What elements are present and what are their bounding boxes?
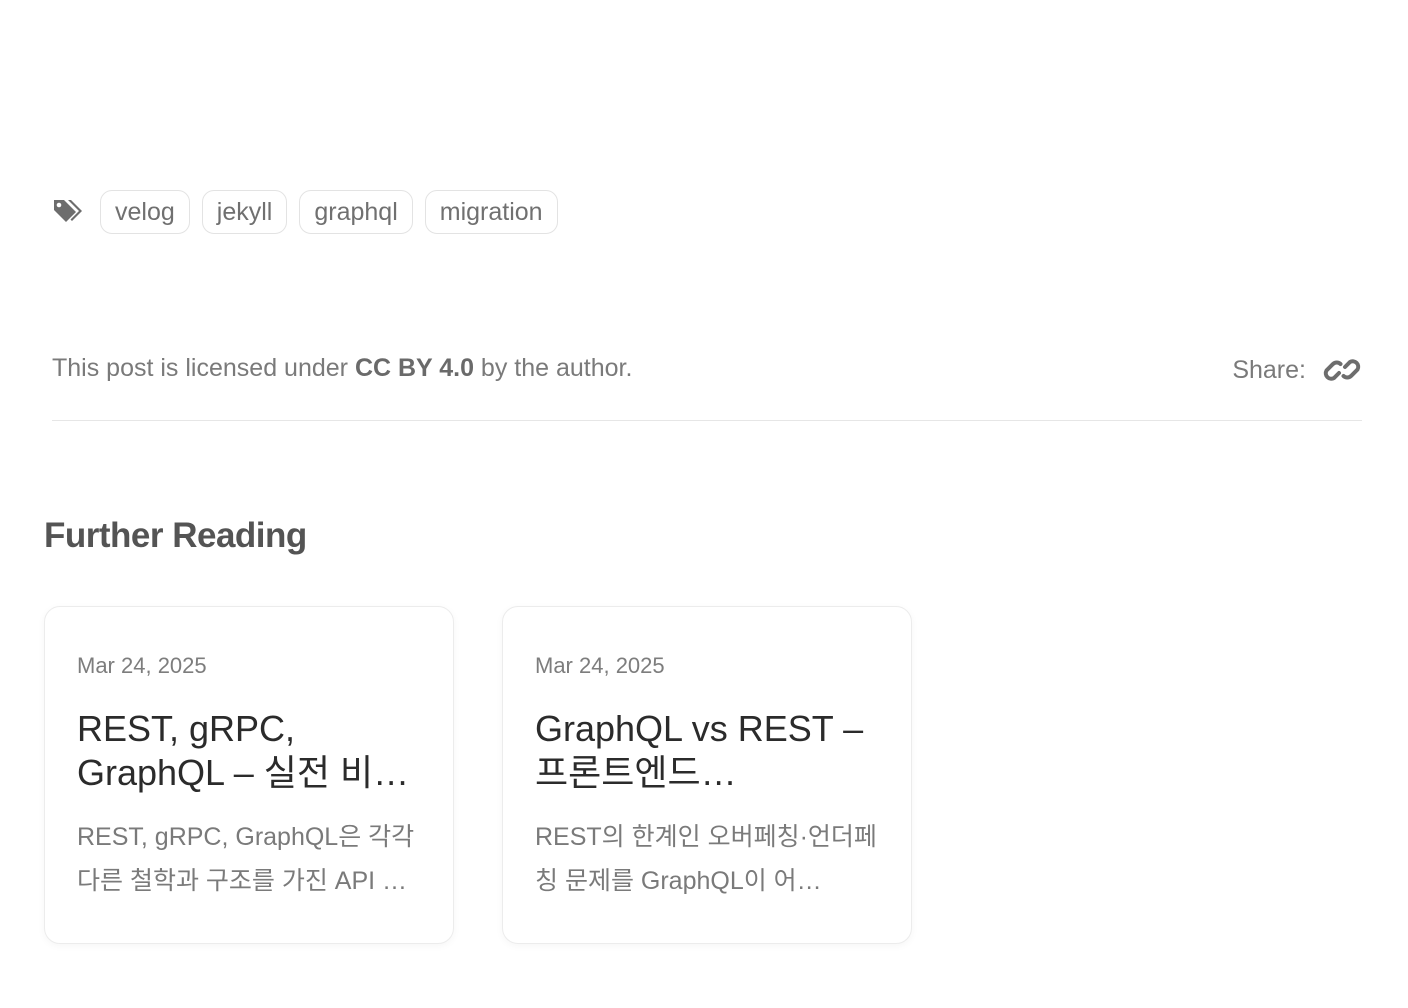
card-date: Mar 24, 2025 [77,653,207,678]
share-label: Share: [1232,355,1306,384]
tag-migration[interactable]: migration [424,190,558,234]
post-footer-page: velog jekyll graphql migration This post… [0,0,1408,1008]
card-excerpt: REST, gRPC, GraphQL은 각각 다른 철학과 구조를 가진 AP… [77,823,415,895]
further-reading-card[interactable]: Mar 24, 2025 GraphQL vs REST – 프론트엔드 친화적… [502,606,912,944]
card-excerpt: REST의 한계인 오버페칭·언더페칭 문제를 GraphQL이 어… [535,823,877,895]
tag-jekyll[interactable]: jekyll [201,190,288,234]
tag-graphql[interactable]: graphql [299,190,413,234]
link-icon[interactable] [1322,352,1362,388]
license-notice: This post is licensed under CC BY 4.0 by… [52,354,632,383]
post-tags: velog jekyll graphql migration [52,190,558,234]
share-section: Share: [1232,352,1362,388]
card-title[interactable]: GraphQL vs REST – 프론트엔드 친화적인… [535,707,879,795]
card-date: Mar 24, 2025 [535,653,665,678]
license-share-row: This post is licensed under CC BY 4.0 by… [52,350,1362,421]
license-suffix: by the author. [473,354,633,382]
tags-icon [52,197,86,227]
license-link[interactable]: CC BY 4.0 [355,354,474,382]
license-prefix: This post is licensed under [52,354,355,382]
tag-velog[interactable]: velog [100,190,190,234]
card-title[interactable]: REST, gRPC, GraphQL – 실전 비… [77,707,421,795]
further-reading-card[interactable]: Mar 24, 2025 REST, gRPC, GraphQL – 실전 비…… [44,606,454,944]
further-reading-title: Further Reading [44,516,307,555]
